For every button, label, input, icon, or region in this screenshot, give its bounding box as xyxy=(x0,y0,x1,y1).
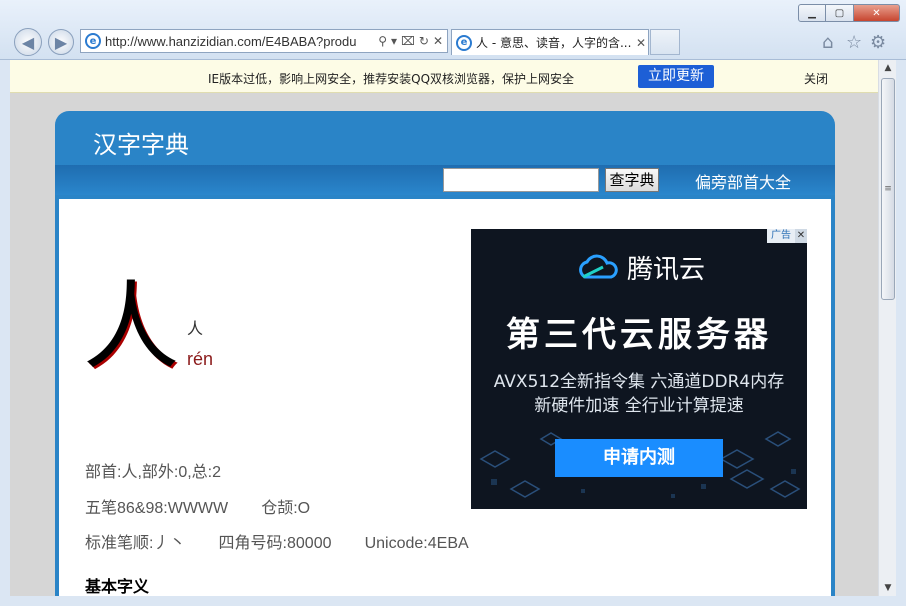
close-window-button[interactable]: ✕ xyxy=(854,4,900,22)
cloud-logo-icon xyxy=(579,254,618,278)
stroke-order: 标准笔顺:丿丶 xyxy=(85,535,186,552)
browser-tab[interactable]: e 人 - 意思、读音，人字的含... ✕ xyxy=(451,29,649,55)
entry-content: 人 人 rén 部首:人,部外:0,总:2 五笔86&98:WWWW 仓颉:O … xyxy=(59,199,831,596)
scroll-down-icon[interactable]: ▼ xyxy=(879,580,897,596)
stop-icon[interactable]: ✕ xyxy=(433,34,443,48)
ad-line-2: 新硬件加速 全行业计算提速 xyxy=(534,396,744,416)
radical-info: 部首:人,部外:0,总:2 xyxy=(85,464,222,481)
info-bar-message: IE版本过低，影响上网安全，推荐安装QQ双核浏览器，保护上网安全 xyxy=(208,72,575,86)
minimize-button[interactable]: ▁ xyxy=(798,4,826,22)
info-bar-close-link[interactable]: 关闭 xyxy=(804,70,828,87)
ad-tag-label: 广告 xyxy=(771,230,791,241)
address-url[interactable]: http://www.hanzizidian.com/E4BABA?produ xyxy=(105,34,374,49)
home-icon[interactable]: ⌂ xyxy=(822,32,833,53)
ad-brand: 腾讯云 xyxy=(575,249,705,286)
forward-button[interactable]: ▶ xyxy=(48,29,74,55)
stroke-info-line: 标准笔顺:丿丶 四角号码:80000 Unicode:4EBA xyxy=(85,529,497,553)
basic-meaning-heading: 基本字义 xyxy=(85,577,150,596)
input-codes-line: 五笔86&98:WWWW 仓颉:O xyxy=(85,494,338,518)
compat-view-icon[interactable]: ⌧ xyxy=(401,34,415,48)
window-controls: ▁ ▢ ✕ xyxy=(798,4,900,22)
advertisement[interactable]: 广告 ✕ 腾讯云 第三代云服务器 AVX512全新指令集 六通道DDR4内存 新… xyxy=(471,229,807,509)
site-title[interactable]: 汉字字典 xyxy=(93,125,189,160)
ad-close-icon[interactable]: ✕ xyxy=(795,229,807,243)
back-arrow-icon: ◀ xyxy=(21,32,35,52)
tab-favicon-icon: e xyxy=(456,34,472,51)
page-viewport: 汉字字典 查字典 偏旁部首大全 人 人 rén 部首:人,部外:0,总:2 五笔… xyxy=(10,93,878,596)
window-frame-bottom xyxy=(0,596,906,606)
site-container: 汉字字典 查字典 偏旁部首大全 人 人 rén 部首:人,部外:0,总:2 五笔… xyxy=(55,111,835,596)
search-icon[interactable]: ⚲ xyxy=(378,34,387,48)
ad-brand-name: 腾讯云 xyxy=(627,255,706,285)
window-frame-right xyxy=(896,60,906,606)
window-frame-left xyxy=(0,60,10,606)
update-now-button[interactable]: 立即更新 xyxy=(638,65,714,88)
cangjie-code: 仓颉:O xyxy=(261,500,311,517)
ad-tag[interactable]: 广告 ✕ xyxy=(767,229,807,243)
favorites-star-icon[interactable]: ☆ xyxy=(846,32,862,53)
radical-info-line: 部首:人,部外:0,总:2 xyxy=(85,458,249,482)
large-character: 人 xyxy=(83,271,179,383)
scroll-thumb[interactable]: ≡ xyxy=(881,78,895,300)
ad-apply-button[interactable]: 申请内测 xyxy=(555,439,723,477)
search-dictionary-button[interactable]: 查字典 xyxy=(605,168,659,192)
vertical-scrollbar[interactable]: ▲ ≡ ▼ xyxy=(878,60,896,596)
tab-title: 人 - 意思、读音，人字的含... xyxy=(476,36,632,50)
ad-line-1: AVX512全新指令集 六通道DDR4内存 xyxy=(493,372,785,392)
refresh-icon[interactable]: ↻ xyxy=(419,34,429,48)
dropdown-icon[interactable]: ▾ xyxy=(391,34,397,48)
four-corner-code: 四角号码:80000 xyxy=(218,535,332,552)
unicode-code: Unicode:4EBA xyxy=(364,535,469,552)
maximize-button[interactable]: ▢ xyxy=(826,4,854,22)
browser-chrome: ▁ ▢ ✕ ◀ ▶ e http://www.hanzizidian.com/E… xyxy=(0,0,906,60)
ad-headline: 第三代云服务器 xyxy=(506,315,772,355)
pinyin: rén xyxy=(187,349,214,369)
settings-gear-icon[interactable]: ⚙ xyxy=(870,32,886,53)
forward-arrow-icon: ▶ xyxy=(54,32,68,52)
search-input[interactable] xyxy=(443,168,599,192)
close-tab-icon[interactable]: ✕ xyxy=(634,36,648,50)
address-bar[interactable]: e http://www.hanzizidian.com/E4BABA?prod… xyxy=(80,29,448,53)
character-small: 人 xyxy=(187,319,204,338)
scroll-up-icon[interactable]: ▲ xyxy=(879,60,897,76)
wubi-code: 五笔86&98:WWWW xyxy=(85,500,229,517)
browser-info-bar: IE版本过低，影响上网安全，推荐安装QQ双核浏览器，保护上网安全 立即更新 关闭 xyxy=(10,60,878,93)
ie-page-icon: e xyxy=(85,33,101,49)
new-tab-button[interactable] xyxy=(650,29,680,55)
radical-list-link[interactable]: 偏旁部首大全 xyxy=(695,169,791,193)
back-button[interactable]: ◀ xyxy=(14,28,42,56)
